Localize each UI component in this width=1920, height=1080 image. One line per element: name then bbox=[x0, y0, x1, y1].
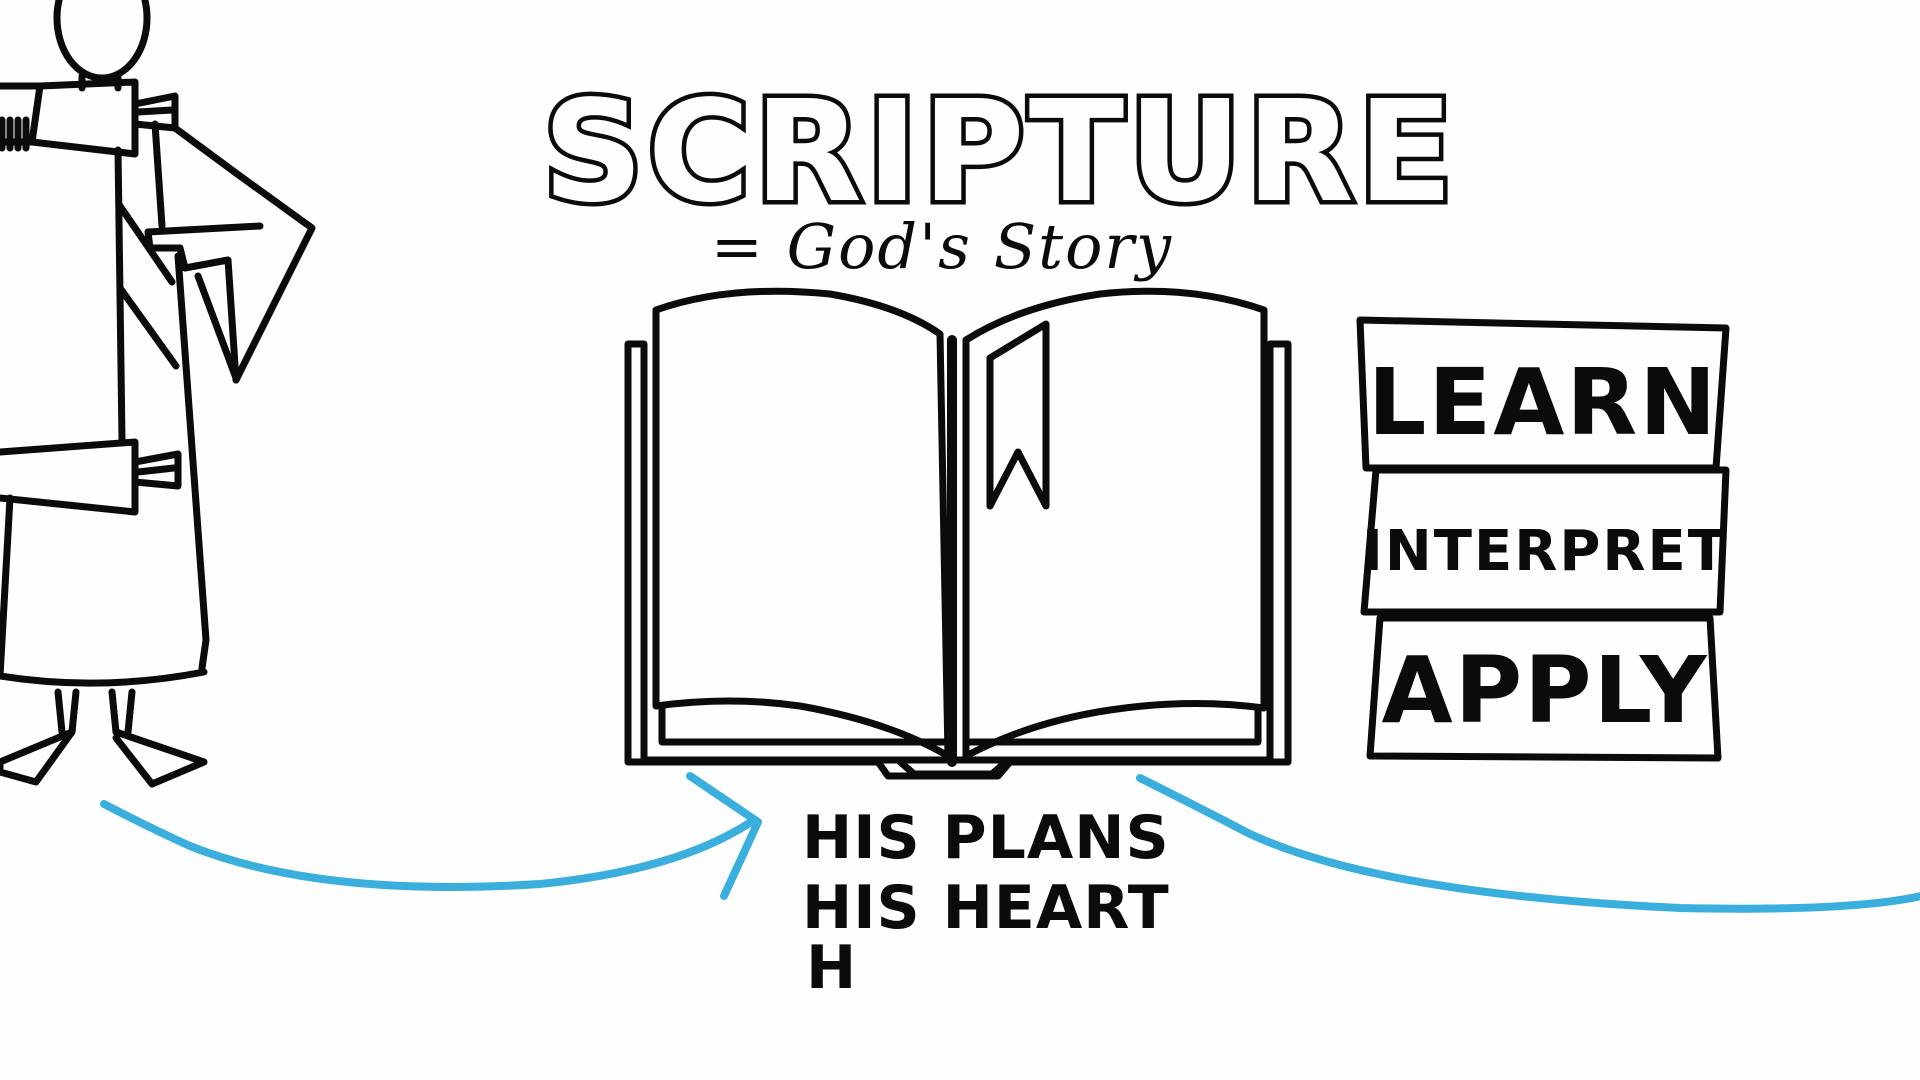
learn-label: LEARN bbox=[1368, 349, 1719, 456]
scene-canvas: SCRIPTURE = God's Story LEARN INTERPRET … bbox=[0, 0, 1920, 1003]
bookmark-icon bbox=[986, 320, 1050, 510]
title-group: SCRIPTURE = God's Story bbox=[538, 67, 1458, 284]
list-line-plans: HIS PLANS bbox=[802, 803, 1170, 873]
interpret-box: INTERPRET bbox=[1360, 466, 1730, 616]
left-arrow-curve bbox=[100, 800, 758, 891]
learn-box: LEARN bbox=[1356, 316, 1730, 472]
list-group: HIS PLANS HIS HEART H bbox=[802, 803, 1170, 1003]
right-arrow-curve bbox=[1136, 774, 1920, 913]
interpret-label: INTERPRET bbox=[1362, 519, 1728, 584]
whiteboard-scene: SCRIPTURE = God's Story LEARN INTERPRET … bbox=[0, 0, 1920, 1080]
apply-label: APPLY bbox=[1382, 637, 1709, 744]
gods-story-subtitle: = God's Story bbox=[711, 210, 1173, 283]
apply-box: APPLY bbox=[1366, 614, 1722, 762]
person-figure-icon bbox=[0, 0, 316, 788]
list-line-h: H bbox=[806, 933, 857, 1003]
open-book-icon bbox=[624, 287, 1292, 780]
